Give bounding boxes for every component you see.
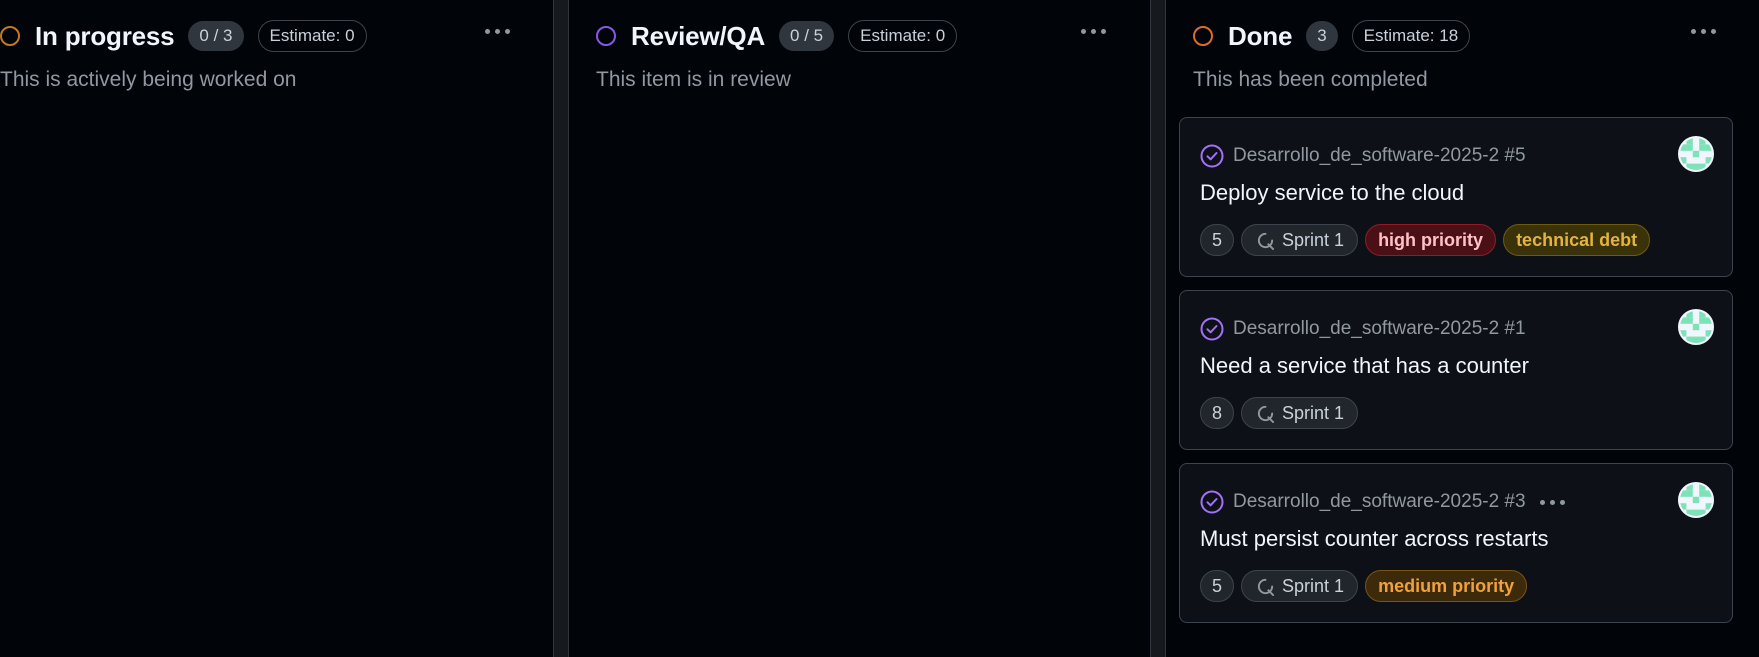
column-review-qa: Review/QA 0 / 5 Estimate: 0 This item is…	[568, 0, 1151, 657]
column-title: Done	[1228, 20, 1293, 51]
column-header: In progress 0 / 3 Estimate: 0	[0, 18, 553, 54]
item-count-badge: 3	[1306, 21, 1338, 51]
assignee-avatar[interactable]	[1678, 309, 1714, 345]
issue-fields: 5 Sprint 1 medium priority	[1200, 570, 1528, 602]
kebab-horizontal-icon	[1539, 499, 1545, 505]
check-circle-icon	[1200, 144, 1224, 168]
identicon-avatar	[1680, 311, 1712, 343]
column-header: Review/QA 0 / 5 Estimate: 0	[596, 18, 1150, 54]
card-menu-button[interactable]	[1539, 492, 1565, 512]
sprint-field[interactable]: Sprint 1	[1241, 570, 1359, 602]
kebab-horizontal-icon	[1080, 28, 1086, 34]
column-menu-button[interactable]	[1683, 23, 1723, 39]
sprint-label: Sprint 1	[1282, 403, 1345, 423]
iteration-icon	[1257, 405, 1275, 423]
column-menu-button[interactable]	[477, 23, 517, 39]
issue-title[interactable]: Must persist counter across restarts	[1200, 526, 1548, 552]
estimate-field: 5	[1200, 224, 1235, 256]
issue-reference-link[interactable]: Desarrollo_de_software-2025-2 #5	[1233, 145, 1526, 167]
issue-card[interactable]: Desarrollo_de_software-2025-2 #1 Need a …	[1179, 290, 1733, 450]
issue-card[interactable]: Desarrollo_de_software-2025-2 #5 Deploy …	[1179, 117, 1733, 277]
issue-reference-link[interactable]: Desarrollo_de_software-2025-2 #1	[1233, 318, 1526, 340]
check-circle-icon	[1200, 317, 1224, 341]
status-circle-icon	[0, 26, 20, 46]
estimate-field: 8	[1200, 397, 1235, 429]
column-description: This item is in review	[596, 68, 791, 91]
identicon-avatar	[1680, 138, 1712, 170]
check-circle-icon	[1200, 490, 1224, 514]
kebab-horizontal-icon	[484, 28, 490, 34]
column-title: In progress	[35, 20, 175, 51]
iteration-icon	[1257, 578, 1275, 596]
item-count-badge: 0 / 3	[188, 21, 244, 51]
sprint-field[interactable]: Sprint 1	[1241, 224, 1359, 256]
status-circle-icon	[1193, 26, 1213, 46]
issue-title[interactable]: Deploy service to the cloud	[1200, 180, 1464, 206]
column-header: Done 3 Estimate: 18	[1193, 18, 1759, 54]
estimate-badge: Estimate: 18	[1351, 20, 1471, 52]
label-technical-debt[interactable]: technical debt	[1503, 224, 1651, 256]
kebab-horizontal-icon	[1690, 28, 1696, 34]
assignee-avatar[interactable]	[1678, 482, 1714, 518]
estimate-badge: Estimate: 0	[848, 20, 958, 52]
sprint-field[interactable]: Sprint 1	[1241, 397, 1359, 429]
identicon-avatar	[1680, 484, 1712, 516]
issue-card[interactable]: Desarrollo_de_software-2025-2 #3 Must pe…	[1179, 463, 1733, 623]
estimate-field: 5	[1200, 570, 1235, 602]
issue-title[interactable]: Need a service that has a counter	[1200, 353, 1529, 379]
sprint-label: Sprint 1	[1282, 230, 1345, 250]
column-in-progress: In progress 0 / 3 Estimate: 0 This is ac…	[0, 0, 554, 657]
status-circle-icon	[596, 26, 616, 46]
column-description: This has been completed	[1193, 68, 1428, 91]
issue-fields: 5 Sprint 1 high priority technical debt	[1200, 224, 1651, 256]
issue-reference-link[interactable]: Desarrollo_de_software-2025-2 #3	[1233, 491, 1526, 513]
iteration-icon	[1257, 232, 1275, 250]
item-count-badge: 0 / 5	[779, 21, 835, 51]
issue-fields: 8 Sprint 1	[1200, 397, 1359, 429]
assignee-avatar[interactable]	[1678, 136, 1714, 172]
column-description: This is actively being worked on	[0, 68, 297, 91]
column-title: Review/QA	[631, 20, 766, 51]
label-medium-priority[interactable]: medium priority	[1365, 570, 1528, 602]
estimate-badge: Estimate: 0	[257, 20, 367, 52]
column-done: Done 3 Estimate: 18 This has been comple…	[1165, 0, 1759, 657]
sprint-label: Sprint 1	[1282, 576, 1345, 596]
label-high-priority[interactable]: high priority	[1365, 224, 1497, 256]
column-menu-button[interactable]	[1073, 23, 1113, 39]
